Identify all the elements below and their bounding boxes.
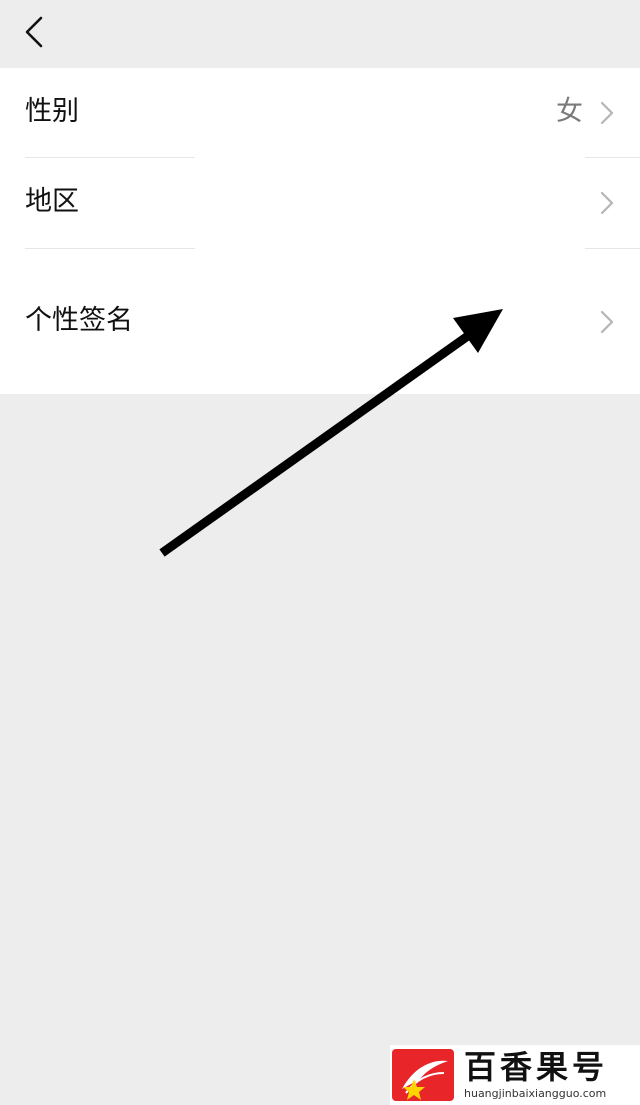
settings-row-label: 个性签名 — [25, 305, 133, 336]
settings-list: 性别 女 地区 个性签名 — [0, 68, 640, 394]
settings-row-gender[interactable]: 性别 女 — [0, 68, 640, 157]
chevron-left-icon — [25, 16, 43, 48]
watermark: 百香果号 huangjinbaixiangguo.com — [390, 1045, 640, 1105]
chevron-right-icon — [600, 101, 614, 125]
settings-row-value: 女 — [556, 96, 583, 127]
settings-row-label: 性别 — [25, 96, 79, 127]
top-bar — [0, 0, 640, 68]
logo-icon — [392, 1049, 454, 1101]
settings-row-label: 地区 — [25, 186, 79, 217]
settings-row-region[interactable]: 地区 — [0, 158, 640, 248]
chevron-right-icon — [600, 191, 614, 215]
watermark-url: huangjinbaixiangguo.com — [464, 1087, 607, 1100]
watermark-title: 百香果号 — [464, 1048, 609, 1086]
back-button[interactable] — [14, 10, 54, 54]
settings-row-signature[interactable]: 个性签名 — [0, 249, 640, 394]
chevron-right-icon — [600, 310, 614, 334]
